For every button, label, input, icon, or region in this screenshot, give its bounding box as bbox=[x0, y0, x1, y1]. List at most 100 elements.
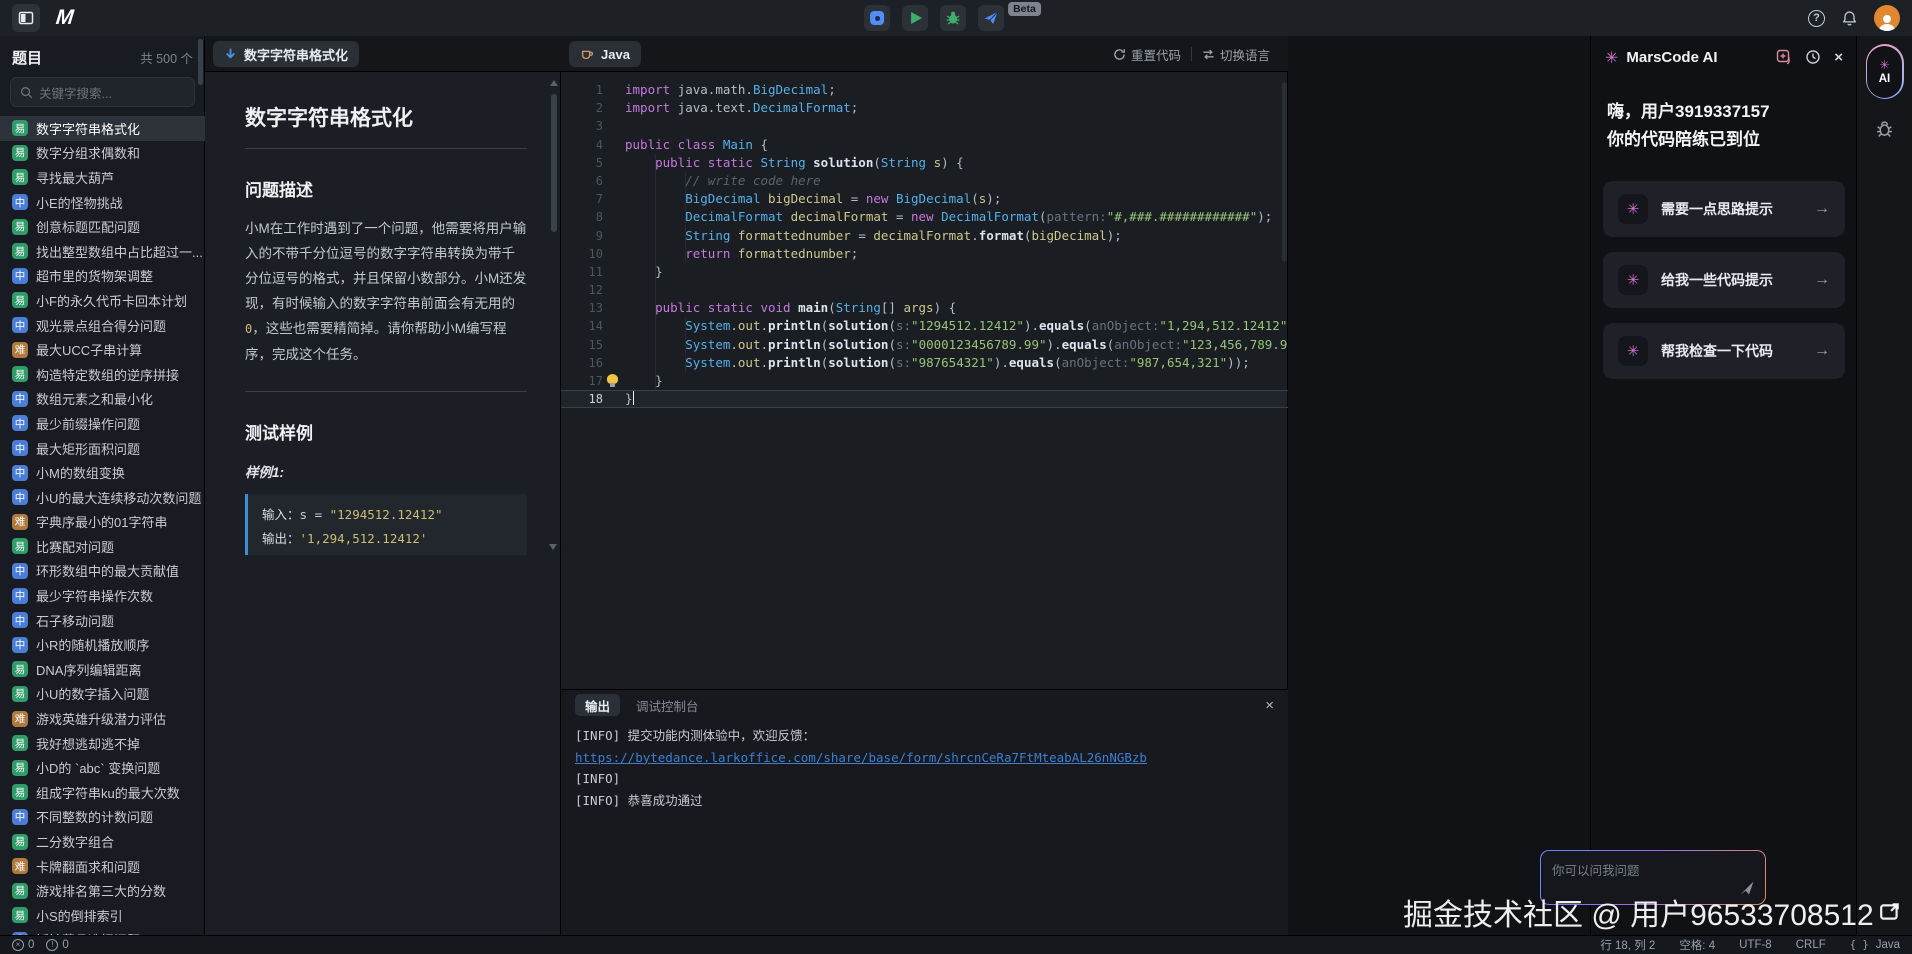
ai-suggestion-card[interactable]: ✳帮我检查一下代码→ bbox=[1603, 323, 1845, 379]
problem-list-item[interactable]: 中不同整数的计数问题 bbox=[0, 805, 205, 830]
problem-list-item[interactable]: 易二分数字组合 bbox=[0, 829, 205, 854]
problem-list-item[interactable]: 中石子移动问题 bbox=[0, 608, 205, 633]
switch-language-button[interactable]: 切换语言 bbox=[1202, 45, 1270, 64]
debug-button[interactable] bbox=[940, 5, 966, 31]
problem-list-item[interactable]: 中环形数组中的最大贡献值 bbox=[0, 559, 205, 584]
scroll-down-arrow[interactable] bbox=[549, 544, 557, 550]
status-item[interactable]: 行 18, 列 2 bbox=[1600, 937, 1655, 953]
code-line[interactable]: 4public class Main { bbox=[561, 136, 1288, 154]
token-type: DecimalFormat bbox=[685, 209, 783, 224]
code-line[interactable]: 10 return formattednumber; bbox=[561, 245, 1288, 263]
problem-list-item[interactable]: 中饭馆菜品选择问题 bbox=[0, 928, 205, 935]
new-chat-icon[interactable] bbox=[1776, 49, 1792, 65]
problem-list-item[interactable]: 易构造特定数组的逆序拼接 bbox=[0, 362, 205, 387]
submit-button[interactable] bbox=[978, 5, 1004, 31]
token-fn: solution bbox=[828, 318, 888, 333]
notifications-bell-icon[interactable] bbox=[1841, 10, 1858, 27]
user-avatar[interactable] bbox=[1874, 5, 1900, 31]
marscode-logo[interactable]: M bbox=[55, 6, 73, 30]
code-line[interactable]: 14 System.out.println(solution(s:"129451… bbox=[561, 317, 1288, 335]
code-line[interactable]: 16 System.out.println(solution(s:"987654… bbox=[561, 354, 1288, 372]
problem-list-item[interactable]: 难字典序最小的01字符串 bbox=[0, 510, 205, 535]
problem-list-item[interactable]: 易DNA序列编辑距离 bbox=[0, 657, 205, 682]
feedback-link[interactable]: https://bytedance.larkoffice.com/share/b… bbox=[575, 750, 1147, 765]
problem-list-item[interactable]: 中最少字符串操作次数 bbox=[0, 583, 205, 608]
problem-list-item[interactable]: 易找出整型数组中占比超过一... bbox=[0, 239, 205, 264]
tab-java[interactable]: Java bbox=[569, 41, 641, 67]
problem-list-item[interactable]: 难卡牌翻面求和问题 bbox=[0, 854, 205, 879]
ai-rail-button[interactable]: ✳ AI bbox=[1866, 44, 1904, 99]
problem-list-item[interactable]: 易组成字符串ku的最大次数 bbox=[0, 780, 205, 805]
code-line[interactable]: 17 } bbox=[561, 372, 1288, 390]
token-kw: import bbox=[625, 82, 678, 97]
problem-list-item[interactable]: 易游戏排名第三大的分数 bbox=[0, 878, 205, 903]
problem-list-item[interactable]: 中小E的怪物挑战 bbox=[0, 190, 205, 215]
code-editor[interactable]: 1import java.math.BigDecimal;2import jav… bbox=[561, 72, 1288, 690]
problem-list-item[interactable]: 中最少前缀操作问题 bbox=[0, 411, 205, 436]
run-button[interactable] bbox=[902, 5, 928, 31]
code-line[interactable]: 18} bbox=[561, 390, 1288, 408]
code-line[interactable]: 3 bbox=[561, 117, 1288, 135]
debug-rail-icon[interactable] bbox=[1875, 119, 1894, 138]
problem-list-item[interactable]: 易小F的永久代币卡回本计划 bbox=[0, 288, 205, 313]
reset-code-button[interactable]: 重置代码 bbox=[1113, 45, 1181, 64]
problem-list-item[interactable]: 中超市里的货物架调整 bbox=[0, 264, 205, 289]
log-prefix: [INFO] bbox=[575, 771, 620, 786]
ai-rail-label: AI bbox=[1879, 73, 1891, 85]
code-line[interactable]: 9 String formattednumber = decimalFormat… bbox=[561, 227, 1288, 245]
token-fn: println bbox=[768, 337, 821, 352]
sidebar-toggle-button[interactable] bbox=[12, 4, 40, 32]
problem-list-item[interactable]: 易小D的 `abc` 变换问题 bbox=[0, 755, 205, 780]
status-item[interactable]: 空格: 4 bbox=[1679, 937, 1715, 953]
code-line[interactable]: 1import java.math.BigDecimal; bbox=[561, 81, 1288, 99]
history-icon[interactable] bbox=[1805, 49, 1821, 65]
problem-list-item[interactable]: 易数字字符串格式化 bbox=[0, 116, 205, 141]
code-line[interactable]: 2import java.text.DecimalFormat; bbox=[561, 99, 1288, 117]
problem-list-item[interactable]: 中小R的随机播放顺序 bbox=[0, 632, 205, 657]
description-scrollbar[interactable] bbox=[549, 80, 559, 232]
status-item[interactable]: UTF-8 bbox=[1739, 939, 1772, 951]
run-config-button[interactable] bbox=[864, 5, 890, 31]
code-line[interactable]: 11 } bbox=[561, 263, 1288, 281]
code-line[interactable]: 5 public static String solution(String s… bbox=[561, 154, 1288, 172]
token-pl: ( bbox=[873, 155, 881, 170]
status-item[interactable]: CRLF bbox=[1796, 939, 1826, 951]
code-line[interactable]: 13 public static void main(String[] args… bbox=[561, 299, 1288, 317]
search-input[interactable]: 关键字搜索... bbox=[10, 77, 195, 107]
problem-list-item[interactable]: 中数组元素之和最小化 bbox=[0, 387, 205, 412]
problem-list-item[interactable]: 易我好想逃却逃不掉 bbox=[0, 731, 205, 756]
problem-list-item[interactable]: 易创意标题匹配问题 bbox=[0, 214, 205, 239]
problem-list-item[interactable]: 中小U的最大连续移动次数问题 bbox=[0, 485, 205, 510]
console-close-icon[interactable]: × bbox=[1265, 697, 1274, 714]
ai-suggestion-card[interactable]: ✳给我一些代码提示→ bbox=[1603, 252, 1845, 308]
status-item[interactable]: { }Java bbox=[1850, 939, 1900, 951]
code-line[interactable]: 15 System.out.println(solution(s:"000012… bbox=[561, 336, 1288, 354]
ai-suggestion-card[interactable]: ✳需要一点思路提示→ bbox=[1603, 181, 1845, 237]
problem-list-item[interactable]: 易小U的数字插入问题 bbox=[0, 682, 205, 707]
scroll-up-arrow[interactable] bbox=[550, 80, 558, 86]
ai-close-icon[interactable]: × bbox=[1834, 49, 1843, 66]
problem-list-item[interactable]: 中观光景点组合得分问题 bbox=[0, 313, 205, 338]
tab-problem-description[interactable]: 数字字符串格式化 bbox=[213, 41, 359, 67]
code-line[interactable]: 7 BigDecimal bigDecimal = new BigDecimal… bbox=[561, 190, 1288, 208]
description-scrollbar-thumb[interactable] bbox=[551, 94, 557, 232]
tab-output[interactable]: 输出 bbox=[575, 694, 620, 716]
problem-list-item[interactable]: 难最大UCC子串计算 bbox=[0, 337, 205, 362]
line-number: 10 bbox=[561, 245, 603, 263]
problem-list-item[interactable]: 中最大矩形面积问题 bbox=[0, 436, 205, 461]
editor-scrollbar-thumb[interactable] bbox=[1282, 82, 1287, 262]
problem-list-item[interactable]: 易寻找最大葫芦 bbox=[0, 165, 205, 190]
help-icon[interactable]: ? bbox=[1808, 10, 1825, 27]
problem-list-item[interactable]: 难游戏英雄升级潜力评估 bbox=[0, 706, 205, 731]
problems-summary[interactable]: × 0 ! 0 bbox=[12, 939, 69, 951]
sidebar-scrollbar-thumb[interactable] bbox=[198, 39, 203, 85]
code-line[interactable]: 8 DecimalFormat decimalFormat = new Deci… bbox=[561, 208, 1288, 226]
problem-list-item[interactable]: 易小S的倒排索引 bbox=[0, 903, 205, 928]
lightbulb-icon[interactable] bbox=[607, 374, 618, 384]
tab-debug-console[interactable]: 调试控制台 bbox=[636, 696, 699, 715]
code-line[interactable]: 6 // write code here bbox=[561, 172, 1288, 190]
problem-list-item[interactable]: 易数字分组求偶数和 bbox=[0, 141, 205, 166]
problem-list-item[interactable]: 易比赛配对问题 bbox=[0, 534, 205, 559]
problem-list-item[interactable]: 中小M的数组变换 bbox=[0, 460, 205, 485]
code-line[interactable]: 12 bbox=[561, 281, 1288, 299]
